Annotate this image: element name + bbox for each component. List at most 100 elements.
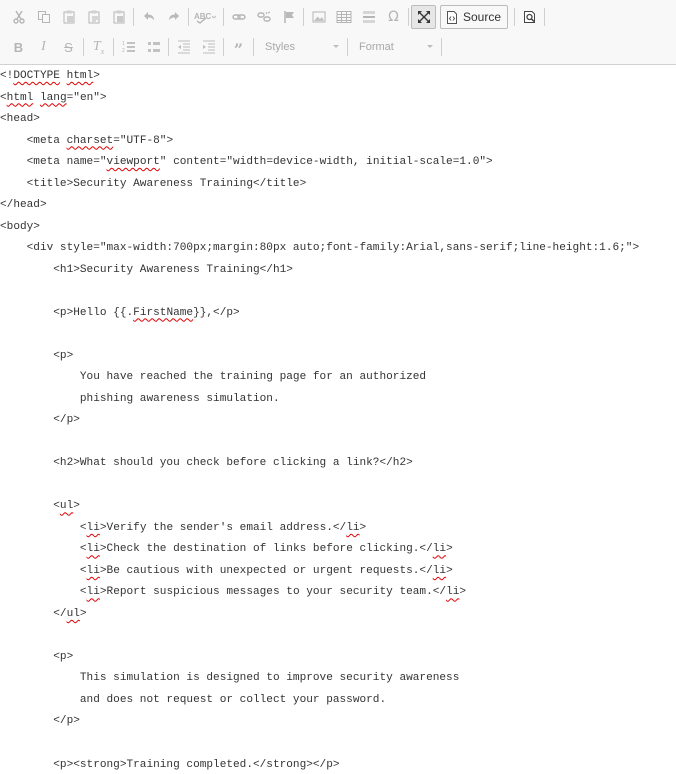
source-line[interactable] bbox=[0, 475, 676, 497]
source-line[interactable]: You have reached the training page for a… bbox=[0, 367, 676, 389]
italic-button[interactable]: I bbox=[31, 35, 56, 59]
paste-button[interactable] bbox=[56, 5, 81, 29]
source-line[interactable] bbox=[0, 625, 676, 647]
source-line[interactable]: This simulation is designed to improve s… bbox=[0, 668, 676, 690]
spellcheck-icon: ABC bbox=[194, 12, 217, 24]
source-line[interactable]: <p> bbox=[0, 647, 676, 669]
strikethrough-icon: S bbox=[64, 39, 73, 55]
numbered-list-icon: 12 bbox=[122, 41, 135, 54]
toolbar-separator bbox=[544, 8, 546, 26]
blockquote-icon: ” bbox=[233, 40, 244, 59]
source-line[interactable] bbox=[0, 324, 676, 346]
source-line[interactable]: <p><strong>Training completed.</strong><… bbox=[0, 755, 676, 774]
toolbar-separator bbox=[441, 38, 442, 56]
source-line[interactable] bbox=[0, 432, 676, 454]
source-line[interactable]: <body> bbox=[0, 217, 676, 239]
unlink-button[interactable] bbox=[251, 5, 276, 29]
anchor-button[interactable] bbox=[276, 5, 301, 29]
source-line[interactable]: <li>Be cautious with unexpected or urgen… bbox=[0, 561, 676, 583]
source-line[interactable] bbox=[0, 281, 676, 303]
source-editor[interactable]: <!DOCTYPE html> <html lang="en"> <head> <m… bbox=[0, 66, 676, 774]
source-line[interactable]: </ul> bbox=[0, 604, 676, 626]
source-line[interactable]: and does not request or collect your pas… bbox=[0, 690, 676, 712]
remove-format-button[interactable]: Tx bbox=[86, 35, 111, 59]
paste-word-icon bbox=[113, 10, 124, 24]
source-line[interactable] bbox=[0, 733, 676, 755]
source-line[interactable]: <p> bbox=[0, 346, 676, 368]
preview-icon bbox=[523, 11, 535, 23]
outdent-button[interactable] bbox=[171, 35, 196, 59]
paste-icon bbox=[63, 10, 74, 24]
paste-from-word-button[interactable] bbox=[106, 5, 131, 29]
source-line[interactable]: <!DOCTYPE html> bbox=[0, 66, 676, 88]
scissors-icon bbox=[12, 10, 25, 24]
numbered-list-button[interactable]: 12 bbox=[116, 35, 141, 59]
undo-icon bbox=[143, 12, 154, 21]
indent-button[interactable] bbox=[196, 35, 221, 59]
source-line[interactable]: </p> bbox=[0, 711, 676, 733]
spellcheck-button[interactable]: ABC bbox=[191, 5, 221, 29]
source-line[interactable]: <ul> bbox=[0, 496, 676, 518]
bold-icon: B bbox=[13, 39, 24, 55]
source-line[interactable]: </p> bbox=[0, 410, 676, 432]
source-button[interactable]: Source bbox=[440, 5, 509, 29]
indent-icon bbox=[202, 40, 215, 54]
flag-icon bbox=[283, 11, 294, 23]
source-line[interactable]: <li>Report suspicious messages to your s… bbox=[0, 582, 676, 604]
strike-button[interactable]: S bbox=[56, 35, 81, 59]
link-button[interactable] bbox=[226, 5, 251, 29]
undo-button[interactable] bbox=[136, 5, 161, 29]
toolbar-separator bbox=[514, 8, 516, 26]
maximize-icon bbox=[417, 11, 430, 23]
redo-button[interactable] bbox=[161, 5, 186, 29]
italic-icon: I bbox=[41, 39, 46, 54]
toolbar-separator bbox=[113, 38, 114, 56]
source-line[interactable]: <html lang="en"> bbox=[0, 88, 676, 110]
source-line[interactable]: <h1>Security Awareness Training</h1> bbox=[0, 260, 676, 282]
toolbar-separator bbox=[83, 38, 84, 56]
table-icon bbox=[336, 11, 351, 23]
horizontal-line-button[interactable] bbox=[356, 5, 381, 29]
outdent-icon bbox=[177, 40, 190, 54]
toolbar-row-2: B I S Tx 12 ” Styles Format bbox=[0, 32, 444, 62]
horizontal-rule-icon bbox=[362, 11, 375, 23]
toolbar-separator bbox=[168, 38, 169, 56]
source-icon bbox=[447, 10, 457, 24]
remove-format-icon: Tx bbox=[92, 38, 105, 56]
source-line[interactable]: phishing awareness simulation. bbox=[0, 389, 676, 411]
source-line[interactable]: <title>Security Awareness Training</titl… bbox=[0, 174, 676, 196]
omega-icon: Ω bbox=[388, 9, 399, 25]
redo-icon bbox=[168, 12, 179, 21]
toolbar-separator bbox=[133, 8, 134, 26]
special-char-button[interactable]: Ω bbox=[381, 5, 406, 29]
maximize-button[interactable] bbox=[411, 5, 436, 29]
bulleted-list-icon bbox=[147, 42, 160, 52]
bulleted-list-button[interactable] bbox=[141, 35, 166, 59]
source-line[interactable]: <meta charset="UTF-8"> bbox=[0, 131, 676, 153]
table-button[interactable] bbox=[331, 5, 356, 29]
styles-dropdown[interactable]: Styles bbox=[256, 36, 345, 58]
image-button[interactable] bbox=[306, 5, 331, 29]
source-line[interactable]: <li>Check the destination of links befor… bbox=[0, 539, 676, 561]
source-line[interactable]: </head> bbox=[0, 195, 676, 217]
format-dropdown-label: Format bbox=[359, 41, 394, 53]
toolbar-separator bbox=[223, 8, 224, 26]
source-line[interactable]: <div style="max-width:700px;margin:80px … bbox=[0, 238, 676, 260]
source-line[interactable]: <meta name="viewport" content="width=dev… bbox=[0, 152, 676, 174]
blockquote-button[interactable]: ” bbox=[226, 35, 251, 59]
source-code[interactable]: <!DOCTYPE html> <html lang="en"> <head> <m… bbox=[0, 66, 676, 774]
source-line[interactable]: <li>Verify the sender's email address.</… bbox=[0, 518, 676, 540]
paste-as-text-button[interactable] bbox=[81, 5, 106, 29]
toolbar-separator bbox=[303, 8, 304, 26]
toolbar-separator bbox=[223, 38, 224, 56]
source-line[interactable]: <head> bbox=[0, 109, 676, 131]
toolbar-separator bbox=[253, 38, 254, 56]
cut-button[interactable] bbox=[6, 5, 31, 29]
format-dropdown[interactable]: Format bbox=[350, 36, 439, 58]
source-line[interactable]: <h2>What should you check before clickin… bbox=[0, 453, 676, 475]
copy-button[interactable] bbox=[31, 5, 56, 29]
source-line[interactable]: <p>Hello {{.FirstName}},</p> bbox=[0, 303, 676, 325]
source-button-label: Source bbox=[463, 10, 502, 24]
bold-button[interactable]: B bbox=[6, 35, 31, 59]
preview-button[interactable] bbox=[517, 5, 542, 29]
